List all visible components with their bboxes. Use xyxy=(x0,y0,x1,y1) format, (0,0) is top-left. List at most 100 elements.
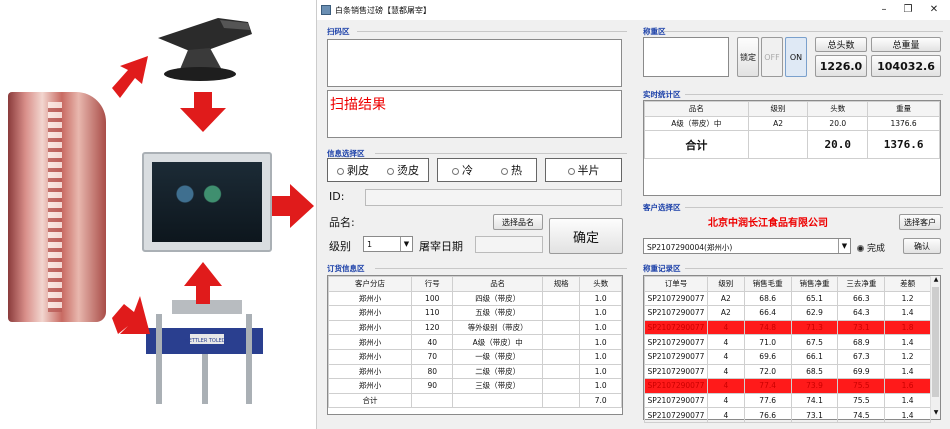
table-row[interactable]: 郑州小 100 四级（带皮） 1.0 xyxy=(328,290,622,307)
stats-total-weight: 1376.6 xyxy=(867,130,940,160)
id-field[interactable] xyxy=(365,189,622,206)
table-row[interactable]: SP2107290077 4 71.0 67.5 68.9 1.4 xyxy=(644,334,931,350)
table-cell: 4 xyxy=(706,334,745,350)
scan-section-title: 扫码区 xyxy=(327,27,350,36)
radio-half[interactable]: 半片 xyxy=(567,162,600,178)
on-button[interactable]: ON xyxy=(785,37,807,77)
table-cell: 等外级别（带皮） xyxy=(452,319,543,336)
table-cell: 1.0 xyxy=(579,290,622,307)
table-cell: 76.6 xyxy=(743,407,792,423)
table-cell: 1.2 xyxy=(884,348,931,365)
chevron-up-icon[interactable]: ▲ xyxy=(931,276,941,286)
close-icon[interactable]: ✕ xyxy=(923,3,945,17)
order-select[interactable]: SP2107290004(郑州小) ▼ xyxy=(643,238,851,254)
table-cell: SP2107290077 xyxy=(644,392,708,409)
table-row[interactable]: SP2107290077 4 74.8 71.3 73.1 1.8 xyxy=(644,319,931,336)
scan-result-box: 扫描结果 xyxy=(327,90,622,138)
lock-button[interactable]: 锁定 xyxy=(737,37,759,77)
table-cell: 1.4 xyxy=(884,363,931,380)
app-window: 白条销售过磅【慧都屠宰】 – ❐ ✕ 扫码区 扫描结果 信息选择区 剥皮 烫皮 … xyxy=(316,0,950,429)
records-table-container: 订单号 级别 销售毛重 销售净重 三去净重 差额 SP2107290077 A2 68.6 65… xyxy=(643,275,941,423)
table-row[interactable]: 郑州小 80 二级（带皮） 1.0 xyxy=(328,363,622,380)
select-product-button[interactable]: 选择品名 xyxy=(493,214,543,230)
table-row[interactable]: SP2107290077 4 69.6 66.1 67.3 1.2 xyxy=(644,348,931,365)
app-icon xyxy=(321,5,331,15)
table-row[interactable]: 郑州小 70 一级（带皮） 1.0 xyxy=(328,348,622,365)
table-cell: 90 xyxy=(410,378,454,394)
radio-scalded[interactable]: 烫皮 xyxy=(387,162,419,178)
table-row[interactable]: 郑州小 120 等外级别（带皮） 1.0 xyxy=(328,319,622,336)
ok-button[interactable]: 确认 xyxy=(903,238,941,254)
table-cell: SP2107290077 xyxy=(644,319,708,336)
table-cell xyxy=(541,290,581,307)
confirm-button[interactable]: 确定 xyxy=(549,218,623,254)
table-row[interactable]: A级（带皮）中 A2 20.0 1376.6 xyxy=(644,115,940,132)
table-cell: SP2107290077 xyxy=(644,407,708,423)
table-cell: 郑州小 xyxy=(328,319,412,336)
table-row[interactable]: SP2107290077 4 77.4 73.9 75.5 1.6 xyxy=(644,378,931,394)
table-cell: 120 xyxy=(410,319,454,336)
chevron-down-icon[interactable]: ▼ xyxy=(400,237,412,251)
table-row[interactable]: 合计 7.0 xyxy=(328,392,622,409)
table-cell: SP2107290077 xyxy=(644,378,708,394)
restore-icon[interactable]: ❐ xyxy=(897,3,919,17)
radio-peeled[interactable]: 剥皮 xyxy=(337,162,369,178)
table-cell: 三级（带皮） xyxy=(452,378,543,394)
table-cell: 4 xyxy=(706,392,745,409)
table-row[interactable]: 郑州小 40 A级（带皮）中 1.0 xyxy=(328,334,622,350)
grade-select[interactable]: 1 ▼ xyxy=(363,236,413,252)
table-row[interactable]: SP2107290077 A2 68.6 65.1 66.3 1.2 xyxy=(644,290,931,307)
order-column-header: 行号 xyxy=(410,276,454,292)
chevron-down-icon[interactable]: ▼ xyxy=(931,409,941,419)
table-cell xyxy=(541,363,581,380)
off-button[interactable]: OFF xyxy=(761,37,783,77)
table-cell: 4 xyxy=(706,348,745,365)
table-row[interactable]: SP2107290077 4 76.6 73.1 74.5 1.4 xyxy=(644,407,931,423)
stats-column-header: 重量 xyxy=(867,101,940,117)
table-cell: 73.1 xyxy=(790,407,839,423)
order-column-header: 规格 xyxy=(541,276,581,292)
records-column-header: 三去净重 xyxy=(837,276,886,292)
slaughter-date-field[interactable] xyxy=(475,236,543,253)
table-cell: 74.1 xyxy=(790,392,839,409)
table-cell: 1.2 xyxy=(884,290,931,307)
minimize-icon[interactable]: – xyxy=(873,3,895,17)
table-row[interactable]: SP2107290077 4 77.6 74.1 75.5 1.4 xyxy=(644,392,931,409)
order-column-header: 品名 xyxy=(452,276,543,292)
stats-total-label: 合计 xyxy=(644,130,749,160)
table-row[interactable]: 郑州小 110 五级（带皮） 1.0 xyxy=(328,305,622,321)
arrow-up-right-icon xyxy=(112,56,148,98)
radio-cold[interactable]: 冷 xyxy=(452,162,473,178)
slaughter-date-label: 屠宰日期 xyxy=(419,240,463,253)
radio-hot[interactable]: 热 xyxy=(501,162,522,178)
table-cell: 73.1 xyxy=(837,319,886,336)
done-radio[interactable]: 完成 xyxy=(857,241,885,254)
table-row[interactable]: 郑州小 90 三级（带皮） 1.0 xyxy=(328,378,622,394)
workflow-arrows xyxy=(112,56,314,334)
product-label: 品名: xyxy=(329,216,355,229)
table-cell: 110 xyxy=(410,305,454,321)
table-cell: 1.4 xyxy=(884,392,931,409)
skin-radio-group: 剥皮 烫皮 xyxy=(327,158,429,182)
records-column-header: 订单号 xyxy=(644,276,708,292)
table-cell: 71.0 xyxy=(743,334,792,350)
chevron-down-icon[interactable]: ▼ xyxy=(838,239,850,253)
table-row[interactable]: SP2107290077 A2 66.4 62.9 64.3 1.4 xyxy=(644,305,931,321)
table-row[interactable]: SP2107290077 4 72.0 68.5 69.9 1.4 xyxy=(644,363,931,380)
table-cell: 郑州小 xyxy=(328,378,412,394)
table-cell: 1.4 xyxy=(884,407,931,423)
table-cell xyxy=(410,392,454,409)
select-customer-button[interactable]: 选择客户 xyxy=(899,214,941,230)
table-cell: 一级（带皮） xyxy=(452,348,543,365)
records-section-title: 称重记录区 xyxy=(643,264,681,273)
table-cell: 1.0 xyxy=(579,378,622,394)
table-cell: 郑州小 xyxy=(328,334,412,350)
table-cell: A级（带皮）中 xyxy=(452,334,543,350)
scan-input[interactable] xyxy=(327,39,622,87)
window-title: 白条销售过磅【慧都屠宰】 xyxy=(335,6,431,15)
table-cell: 五级（带皮） xyxy=(452,305,543,321)
table-cell: 4 xyxy=(706,319,745,336)
records-scrollbar[interactable]: ▲ ▼ xyxy=(930,276,940,419)
table-cell: 郑州小 xyxy=(328,305,412,321)
table-cell: 70 xyxy=(410,348,454,365)
